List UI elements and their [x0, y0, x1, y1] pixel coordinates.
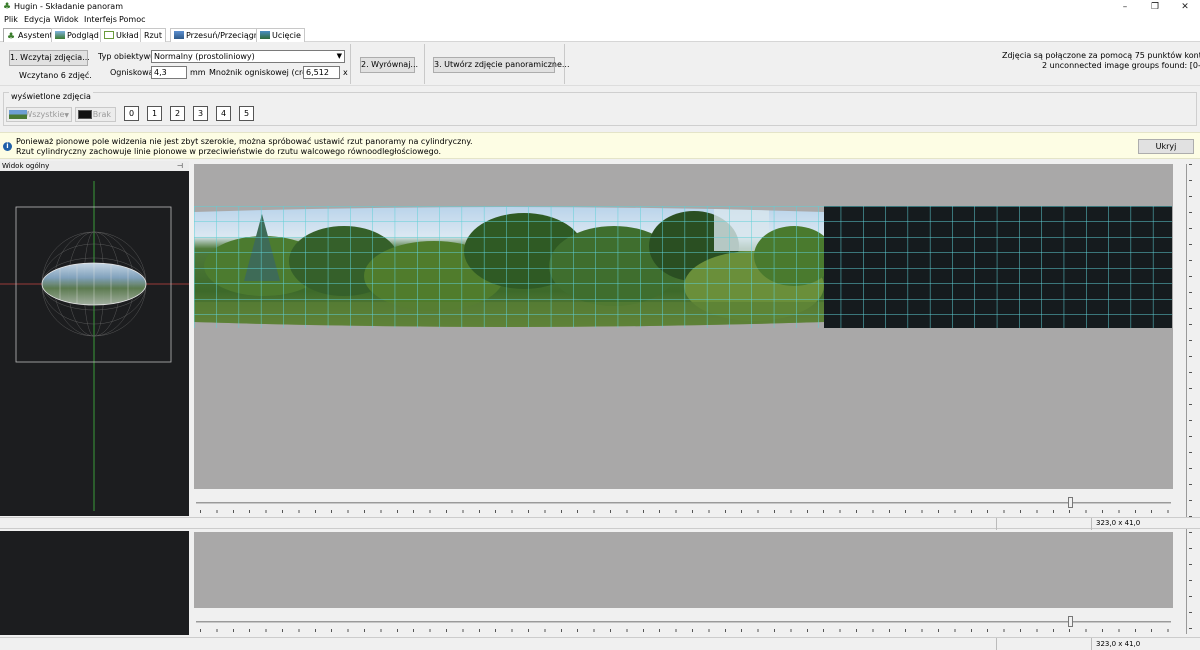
menu-interfejs[interactable]: Interfejs — [84, 15, 117, 24]
status-coordinates: 323,0 x 41,0 — [1096, 519, 1141, 527]
menu-pomoc[interactable]: Pomoc — [119, 15, 146, 24]
image-toggle-5[interactable]: 5 — [239, 106, 254, 121]
tab-uciecie[interactable]: Ucięcie — [256, 28, 305, 42]
layout-icon — [104, 31, 114, 39]
vertical-slider-track — [1186, 164, 1187, 634]
tab-label: Przesuń/Przeciągnij — [186, 31, 264, 40]
slider-track — [196, 621, 1171, 623]
displayed-images-panel: wyświetlone zdjęcia Wszystkie▼ Brak 0 1 … — [0, 88, 1200, 128]
image-toggle-0[interactable]: 0 — [124, 106, 139, 121]
tab-asystent[interactable]: ♣ Asystent — [3, 28, 57, 42]
status-divider — [996, 518, 997, 530]
move-drag-icon — [174, 31, 184, 39]
crop-icon — [260, 31, 270, 39]
overview-title: Widok ogólny — [2, 162, 50, 170]
tab-bar: ♣ Asystent Podgląd Układ Rzut Przesuń/Prz… — [0, 27, 1200, 42]
pin-icon[interactable]: ⊣ — [177, 161, 183, 171]
info-message-line1: Ponieważ pionowe pole widzenia nie jest … — [16, 137, 473, 146]
preview-icon — [55, 31, 65, 39]
slider-ticks — [200, 629, 1170, 632]
title-bar: ♣ Hugin - Składanie panoram – ❐ ✕ — [0, 0, 1200, 14]
crop-factor-input[interactable]: 6,512 — [303, 66, 340, 79]
hugin-app-icon: ♣ — [3, 2, 12, 12]
show-all-button[interactable]: Wszystkie▼ — [6, 107, 72, 122]
tab-label: Ucięcie — [272, 31, 301, 40]
tab-label: Układ — [116, 31, 139, 40]
crop-unit: x — [343, 68, 348, 77]
menu-bar: Plik Edycja Widok Interfejs Pomoc — [0, 14, 1200, 27]
tab-label: Podgląd — [67, 31, 99, 40]
info-icon: i — [3, 142, 12, 151]
assistant-toolbar: 1. Wczytaj zdjęcia... Wczytano 6 zdjęć. … — [0, 42, 1200, 86]
show-all-label: Wszystkie — [24, 110, 65, 119]
displayed-images-title: wyświetlone zdjęcia — [9, 92, 93, 101]
vertical-slider-ticks — [1189, 164, 1192, 634]
minimize-icon[interactable]: – — [1110, 0, 1140, 14]
slider-thumb[interactable] — [1068, 616, 1073, 627]
status-divider — [996, 638, 997, 650]
lens-type-label: Typ obiektywu: — [98, 52, 158, 61]
status-bar-top: 323,0 x 41,0 — [0, 517, 1200, 530]
show-none-label: Brak — [92, 110, 111, 119]
horizontal-slider-bottom[interactable] — [196, 616, 1171, 634]
overview-panel: Widok ogólny ⊣ — [0, 161, 189, 516]
show-none-button[interactable]: Brak — [75, 107, 116, 122]
create-panorama-button[interactable]: 3. Utwórz zdjęcie panoramiczne... — [433, 57, 570, 73]
crop-factor-label: Mnożnik ogniskowej (crop): — [209, 68, 318, 77]
close-icon[interactable]: ✕ — [1170, 0, 1200, 14]
separator — [424, 44, 425, 84]
status-coordinates: 323,0 x 41,0 — [1096, 640, 1141, 648]
focal-length-label: Ogniskowa: — [110, 68, 157, 77]
overview-sphere-view[interactable] — [0, 171, 189, 516]
control-points-status: Zdjęcia są połączone za pomocą 75 punktó… — [1002, 51, 1200, 60]
chevron-down-icon: ▼ — [64, 112, 69, 119]
panorama-image[interactable] — [194, 206, 1172, 328]
menu-edycja[interactable]: Edycja — [24, 15, 50, 24]
slider-thumb[interactable] — [1068, 497, 1073, 508]
all-images-icon — [9, 110, 27, 119]
align-button[interactable]: 2. Wyrównaj... — [360, 57, 418, 73]
load-images-button[interactable]: 1. Wczytaj zdjęcia... — [9, 50, 90, 66]
maximize-icon[interactable]: ❐ — [1140, 0, 1170, 14]
bottom-left-panel — [0, 531, 189, 635]
separator — [350, 44, 351, 84]
tab-label: Asystent — [18, 31, 53, 40]
info-message-line2: Rzut cylindryczny zachowuje linie pionow… — [16, 147, 441, 156]
slider-ticks — [200, 510, 1170, 513]
tab-uklad[interactable]: Układ — [100, 28, 143, 42]
image-toggle-4[interactable]: 4 — [216, 106, 231, 121]
separator — [564, 44, 565, 84]
tab-rzut[interactable]: Rzut — [140, 28, 166, 42]
lens-type-select[interactable]: Normalny (prostoliniowy) ▼ — [151, 50, 345, 63]
menu-widok[interactable]: Widok — [54, 15, 79, 24]
status-bar-bottom: 323,0 x 41,0 — [0, 637, 1200, 650]
image-toggle-3[interactable]: 3 — [193, 106, 208, 121]
wizard-icon: ♣ — [7, 32, 16, 42]
status-divider — [1091, 518, 1092, 530]
focal-unit: mm — [190, 68, 206, 77]
image-toggle-2[interactable]: 2 — [170, 106, 185, 121]
slider-track — [196, 502, 1171, 504]
info-bar: i Ponieważ pionowe pole widzenia nie jes… — [0, 132, 1200, 159]
loaded-count-text: Wczytano 6 zdjęć. — [19, 71, 92, 80]
tab-label: Rzut — [144, 31, 162, 40]
image-groups-status: 2 unconnected image groups found: [0-4],… — [1042, 61, 1200, 70]
window-title: Hugin - Składanie panoram — [14, 2, 123, 11]
status-divider — [1091, 638, 1092, 650]
menu-plik[interactable]: Plik — [4, 15, 18, 24]
tab-podglad[interactable]: Podgląd — [51, 28, 103, 42]
hide-button[interactable]: Ukryj — [1138, 139, 1194, 154]
focal-length-input[interactable]: 4,3 — [151, 66, 187, 79]
chevron-down-icon: ▼ — [336, 52, 342, 60]
vertical-fov-slider[interactable] — [1180, 164, 1194, 634]
horizontal-fov-slider[interactable] — [196, 497, 1171, 515]
no-images-icon — [78, 110, 92, 119]
bottom-preview-area[interactable] — [194, 532, 1173, 608]
overview-header: Widok ogólny ⊣ — [0, 161, 189, 171]
tab-przesun[interactable]: Przesuń/Przeciągnij — [170, 28, 268, 42]
image-toggle-1[interactable]: 1 — [147, 106, 162, 121]
lens-type-value: Normalny (prostoliniowy) — [154, 52, 255, 61]
